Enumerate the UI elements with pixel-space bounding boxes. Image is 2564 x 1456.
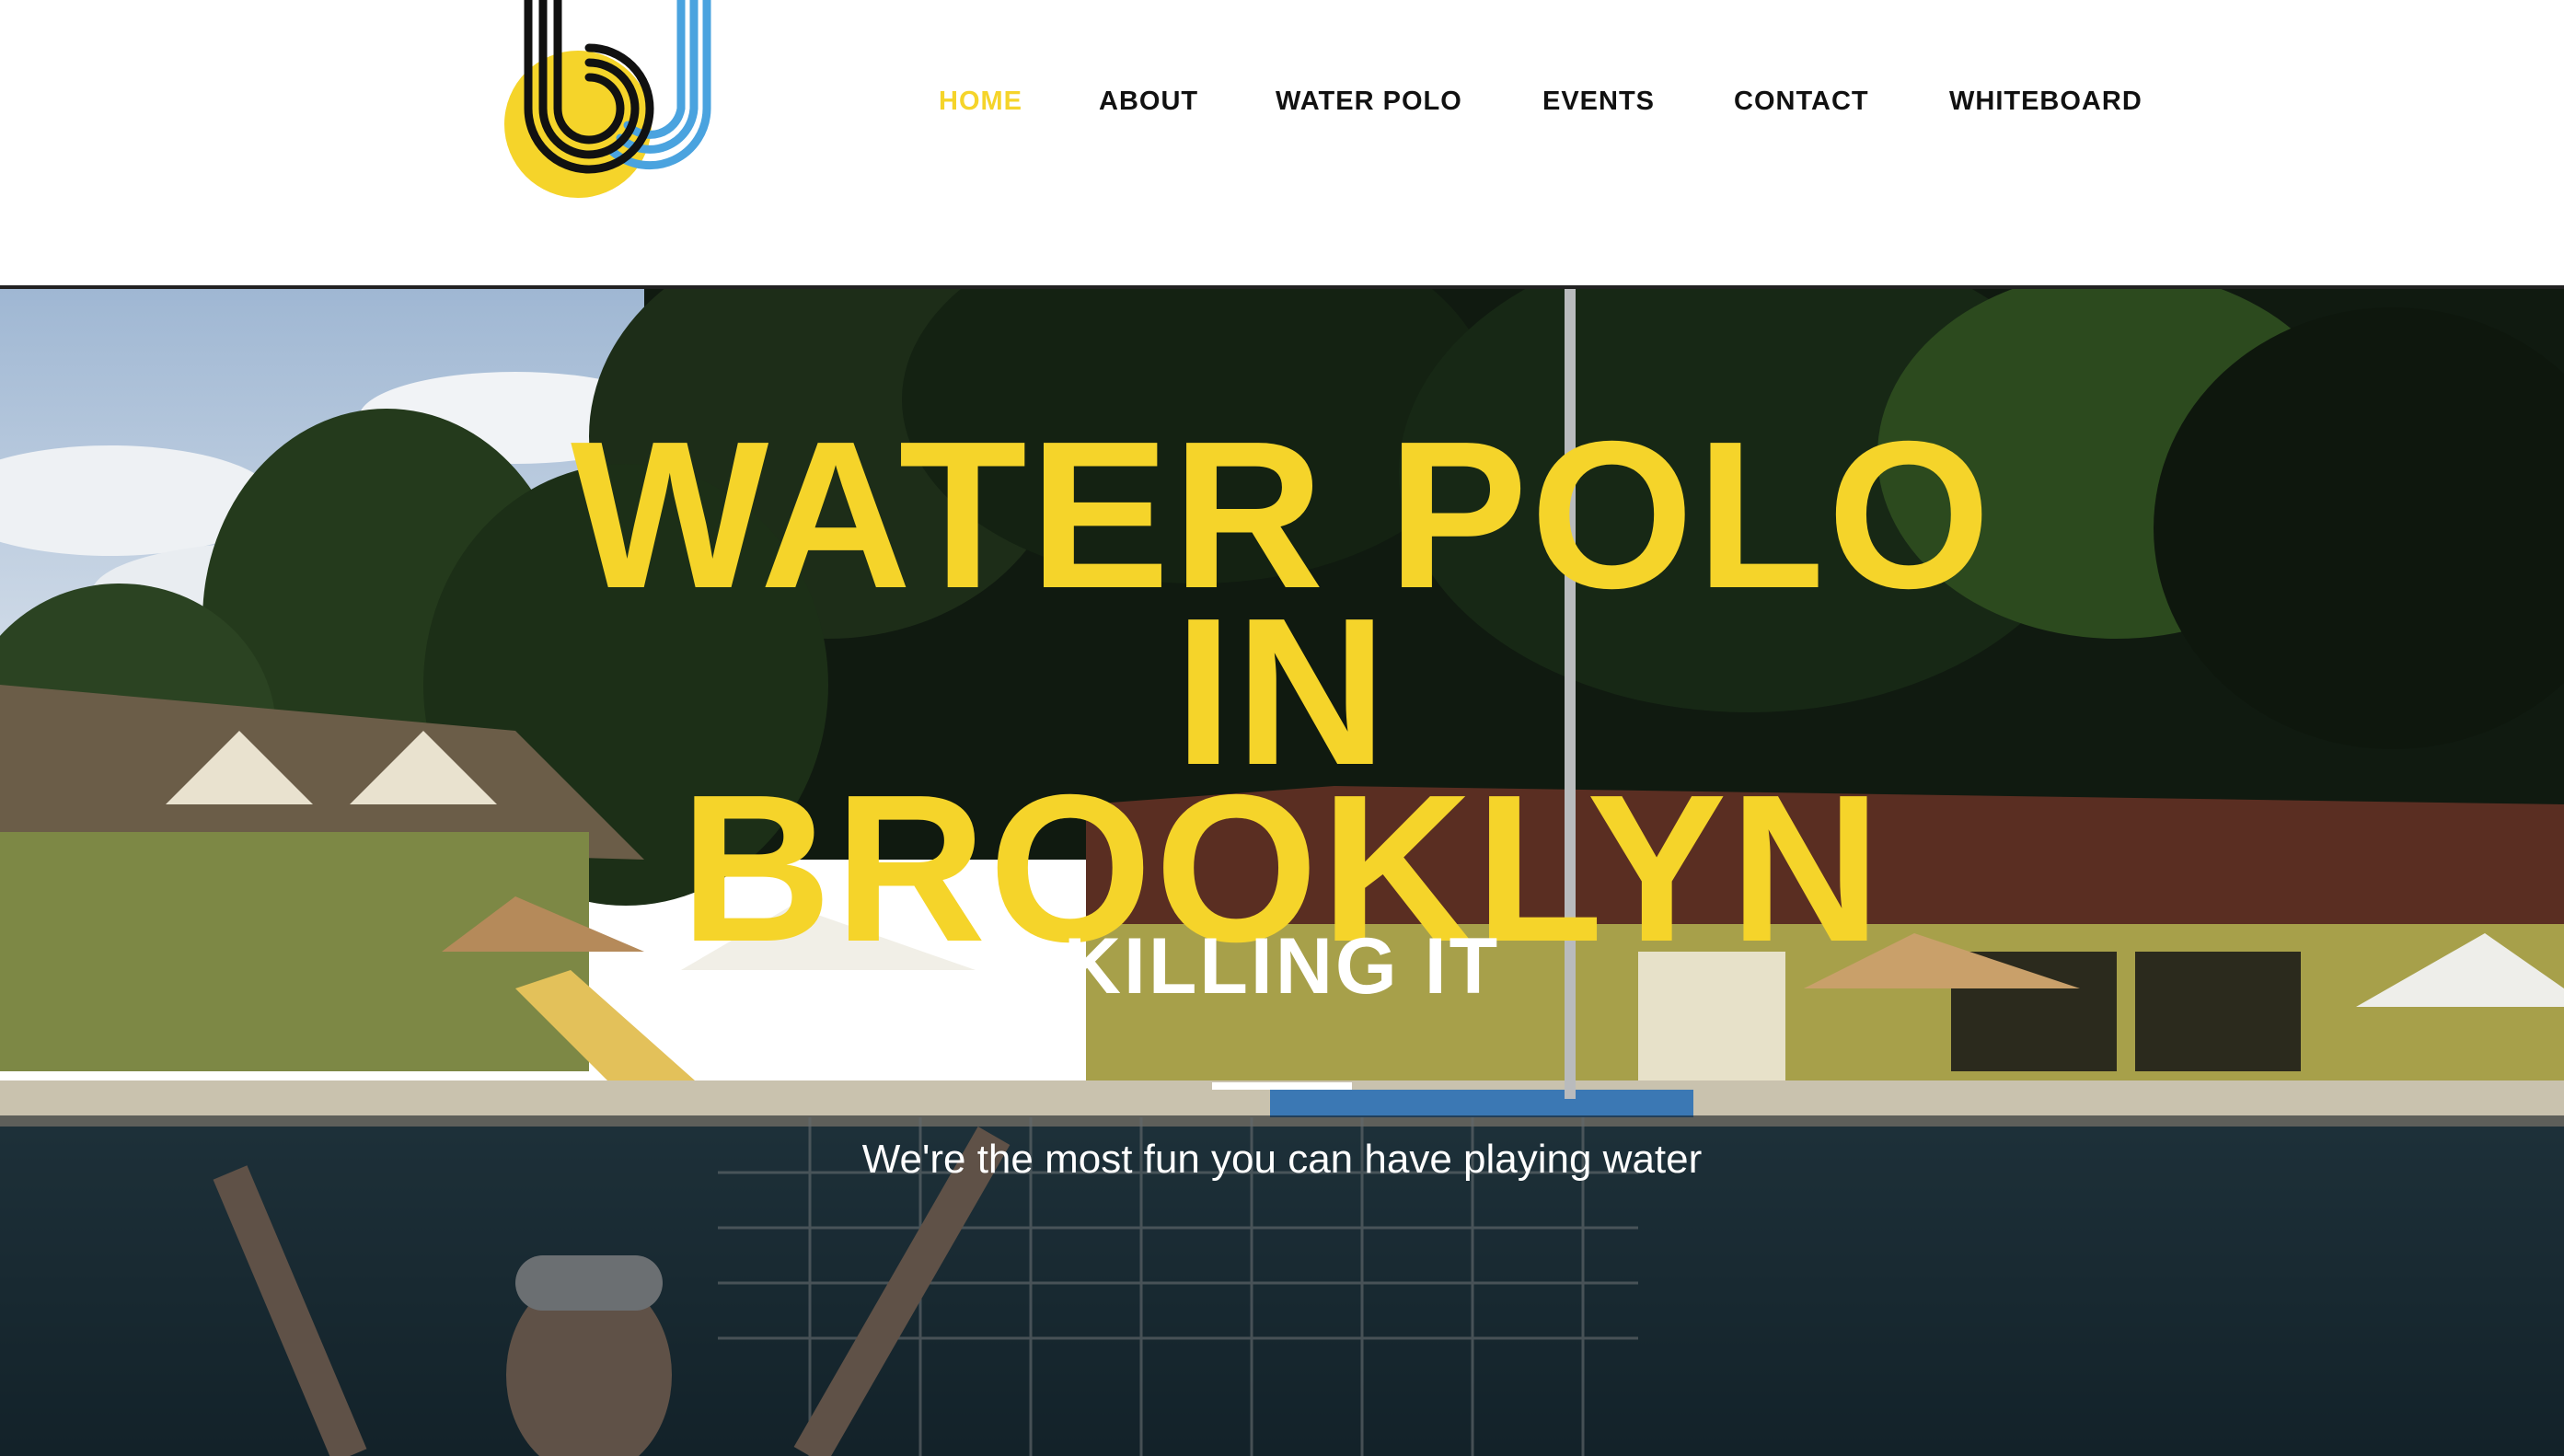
nav-events[interactable]: EVENTS (1542, 81, 1655, 121)
nav-contact[interactable]: CONTACT (1734, 81, 1869, 121)
band-description: We're the most fun you can have playing … (861, 1137, 1703, 1182)
nav-home[interactable]: HOME (939, 81, 1022, 121)
nav-water-polo[interactable]: WATER POLO (1276, 81, 1462, 121)
band-divider (1212, 1082, 1352, 1090)
nav-about[interactable]: ABOUT (1099, 81, 1198, 121)
band-heading: KILLING IT (1063, 922, 1501, 1011)
site-header: HOME ABOUT WATER POLO EVENTS CONTACT WHI… (0, 0, 2564, 285)
nav-whiteboard[interactable]: WHITEBOARD (1949, 81, 2142, 121)
hero-section: WATER POLO IN BROOKLYN (0, 289, 2564, 1456)
hero-title: WATER POLO IN BROOKLYN (0, 410, 2564, 974)
main-nav: HOME ABOUT WATER POLO EVENTS CONTACT WHI… (0, 81, 2564, 121)
